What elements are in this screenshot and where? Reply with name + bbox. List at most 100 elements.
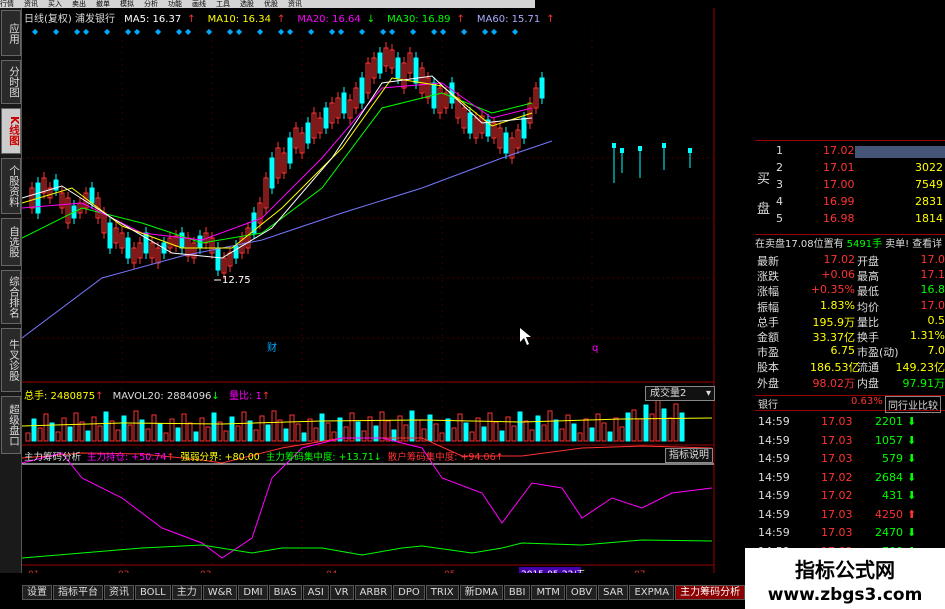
volume-bar bbox=[163, 432, 169, 442]
quote-row: 涨幅 +0.35% 最低 16.8 bbox=[755, 283, 945, 298]
tick-volume: 4250 bbox=[875, 507, 903, 521]
volume-bar bbox=[487, 412, 493, 442]
order-volume: 2831 bbox=[915, 195, 943, 208]
date-highlight-label: 2015-05-22/五 bbox=[521, 570, 585, 573]
menu-item[interactable]: 分析 bbox=[144, 0, 158, 8]
diamond-marker: ◆ bbox=[176, 27, 183, 36]
chart-area[interactable]: ◆◆◆◆◆◆◆◆◆◆◆◆◆◆◆◆◆◆◆◆◆◆◆◆◆◆◆◆◆15.6714.121… bbox=[21, 8, 752, 580]
diamond-marker: ◆ bbox=[389, 27, 396, 36]
ma-value: MA30: 16.89 bbox=[387, 14, 451, 25]
volume-bar bbox=[361, 430, 367, 442]
menu-item[interactable]: 资讯 bbox=[288, 0, 302, 8]
arrow-up-icon: ↑ bbox=[187, 14, 196, 25]
menu-item[interactable]: 行情 bbox=[0, 0, 14, 8]
menu-item[interactable]: 画线 bbox=[192, 0, 206, 8]
indicator-tab[interactable]: 新DMA bbox=[459, 585, 503, 600]
order-row[interactable]: 2 17.01 3022 bbox=[755, 161, 945, 177]
volume-bar bbox=[649, 413, 655, 442]
diamond-marker: ◆ bbox=[491, 27, 498, 36]
indicator-tab[interactable]: BIAS bbox=[268, 585, 302, 600]
indicator-tab[interactable]: DMI bbox=[238, 585, 268, 600]
candle-body bbox=[125, 237, 131, 259]
quote-label: 市盈 bbox=[757, 346, 779, 360]
sidebar-tab[interactable]: 个股资料 bbox=[1, 158, 21, 214]
sidebar-tab[interactable]: 分时图 bbox=[1, 60, 21, 104]
diamond-marker: ◆ bbox=[155, 27, 162, 36]
menu-item[interactable]: 工具 bbox=[216, 0, 230, 8]
indicator-tab[interactable]: DPO bbox=[393, 585, 425, 600]
tick-volume: 579 bbox=[882, 452, 903, 465]
order-price: 16.99 bbox=[823, 195, 855, 208]
chart-svg[interactable]: ◆◆◆◆◆◆◆◆◆◆◆◆◆◆◆◆◆◆◆◆◆◆◆◆◆◆◆◆◆15.6714.121… bbox=[21, 8, 752, 580]
sidebar-tab[interactable]: 综合排名 bbox=[1, 270, 21, 324]
menu-item[interactable]: 卖出 bbox=[72, 0, 86, 8]
indicator-tab[interactable]: 资讯 bbox=[104, 585, 134, 600]
indicator-tab[interactable]: VR bbox=[329, 585, 354, 600]
indicator-tab[interactable]: ASI bbox=[302, 585, 329, 600]
sell-order-button[interactable]: 卖单! bbox=[885, 239, 909, 250]
candle-body bbox=[662, 143, 666, 148]
tick-volume: 2470 bbox=[875, 526, 903, 539]
indicator-tab[interactable]: 主力 bbox=[171, 585, 202, 600]
indicator-tab[interactable]: TRIX bbox=[425, 585, 459, 600]
indicator-tab[interactable]: 设置 bbox=[22, 585, 52, 600]
quote-label: 金额 bbox=[757, 331, 779, 344]
indicator-tab[interactable]: BOLL bbox=[135, 585, 171, 600]
volume-dropdown[interactable]: 成交量2 ▾ bbox=[645, 386, 715, 401]
menu-item[interactable]: 资讯 bbox=[24, 0, 38, 8]
ma-value: MA60: 15.71 bbox=[476, 14, 541, 25]
chevron-down-icon: ▾ bbox=[705, 388, 711, 399]
candle-body bbox=[359, 77, 365, 104]
arrow-down-icon: ↓ bbox=[211, 391, 220, 402]
indicator-tab[interactable]: 指标平台 bbox=[53, 585, 103, 600]
ma-label: MA5: 16.37 ↑ bbox=[124, 14, 201, 25]
volume-bar bbox=[505, 416, 511, 442]
volume-bar bbox=[325, 422, 331, 442]
vol-ratio: 量比: 1 bbox=[229, 391, 262, 402]
diamond-marker: ◆ bbox=[32, 27, 39, 36]
tick-row: 14:59 17.03 1057 ⬇ bbox=[755, 434, 945, 452]
industry-bar: 银行 0.63% 同行业比较 bbox=[755, 395, 945, 413]
diamond-marker: ◆ bbox=[74, 27, 81, 36]
quote-label: 涨跌 bbox=[757, 270, 779, 284]
indicator-tab[interactable]: MTM bbox=[531, 585, 565, 600]
menu-item[interactable]: 功能 bbox=[168, 0, 182, 8]
tick-row: 14:59 17.02 431 ⬇ bbox=[755, 489, 945, 507]
indicator-tab[interactable]: 主力筹码分析 bbox=[675, 585, 746, 600]
industry-compare-button[interactable]: 同行业比较 bbox=[885, 396, 941, 413]
sidebar-tab[interactable]: 应用 bbox=[1, 10, 21, 56]
sidebar-tab[interactable]: 超级盘口 bbox=[1, 396, 21, 454]
menu-item[interactable]: 买入 bbox=[48, 0, 62, 8]
menu-item[interactable]: 撤单 bbox=[96, 0, 110, 8]
tick-time: 14:59 bbox=[758, 470, 790, 484]
sidebar-tab[interactable]: 牛叉诊股 bbox=[1, 328, 21, 392]
volume-bar bbox=[379, 411, 385, 442]
sidebar-tab[interactable]: 自选股 bbox=[1, 218, 21, 266]
quote-value: 186.53亿 bbox=[810, 361, 860, 375]
order-row[interactable]: 4 16.99 2831 bbox=[755, 195, 945, 211]
menu-item[interactable]: 优股 bbox=[264, 0, 278, 8]
indicator-tab[interactable]: W&R bbox=[202, 585, 238, 600]
quote-value: 1.31% bbox=[910, 329, 945, 342]
diamond-marker: ◆ bbox=[104, 27, 111, 36]
order-row[interactable]: 5 16.98 1814 bbox=[755, 212, 945, 228]
arrow-down-icon: ⬇ bbox=[907, 470, 917, 484]
quote-value: +0.06 bbox=[821, 268, 855, 282]
indicator-tab[interactable]: SAR bbox=[598, 585, 629, 600]
menu-item[interactable]: 模拟 bbox=[120, 0, 134, 8]
indicator-tab[interactable]: ARBR bbox=[354, 585, 393, 600]
indicator-help-button[interactable]: 指标说明 bbox=[665, 448, 713, 463]
menu-item[interactable]: 选股 bbox=[240, 0, 254, 8]
volume-bar bbox=[577, 432, 583, 442]
sidebar-tab[interactable]: K线图 bbox=[1, 108, 21, 154]
quote-label: 最新 bbox=[757, 255, 779, 268]
volume-bar bbox=[277, 419, 283, 442]
view-detail-button[interactable]: 查看详 bbox=[912, 239, 942, 250]
date-label: 03 bbox=[200, 570, 211, 573]
position-text: 在卖盘17.08位置有 bbox=[755, 239, 844, 250]
candle-body bbox=[233, 245, 239, 259]
indicator-tab[interactable]: EXPMA bbox=[629, 585, 675, 600]
indicator-tab[interactable]: OBV bbox=[565, 585, 598, 600]
order-row[interactable]: 3 17.00 7549 bbox=[755, 178, 945, 194]
indicator-tab[interactable]: BBI bbox=[503, 585, 531, 600]
